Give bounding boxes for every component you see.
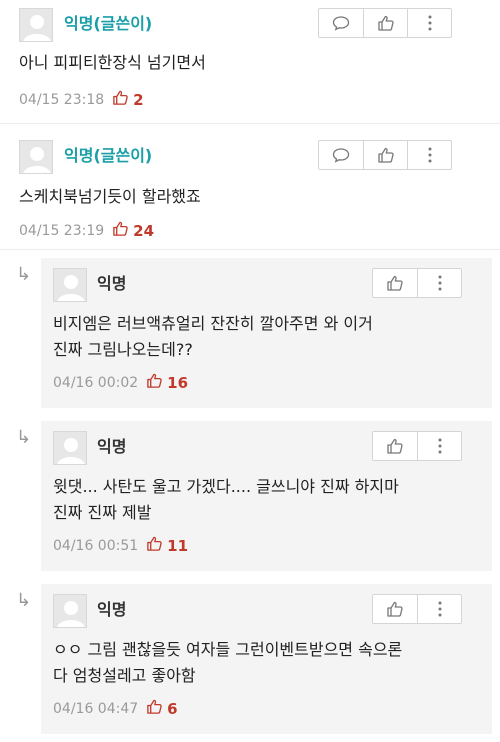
reply-time: 04/16 00:02 [53, 375, 139, 391]
comment-button[interactable] [319, 141, 363, 169]
more-button[interactable] [407, 141, 451, 169]
comment-time: 04/15 23:19 [19, 223, 105, 239]
more-button[interactable] [417, 432, 461, 460]
like-count-icon [146, 372, 163, 394]
like-button[interactable] [373, 269, 417, 297]
reply-text-line-2: 진짜 그림나오는데?? [53, 340, 193, 359]
reply-text-line-1: 비지엠은 러브액츄얼리 잔잔히 깔아주면 와 이거 [53, 314, 373, 333]
reply-time: 04/16 00:51 [53, 538, 139, 554]
avatar [19, 8, 53, 42]
reply-meta: 04/16 00:51 11 [53, 535, 188, 557]
like-count-icon [146, 698, 163, 720]
more-button[interactable] [417, 269, 461, 297]
reply-text-line-1: ㅇㅇ 그림 괜찮을듯 여자들 그런이벤트받으면 속으론 [53, 640, 403, 659]
reply-arrow-icon: ↳ [16, 590, 32, 611]
reply-action-group [372, 594, 462, 624]
reply-arrow-icon: ↳ [16, 264, 32, 285]
reply-author: 익명 [97, 600, 127, 619]
avatar [53, 268, 87, 302]
like-count: 11 [167, 537, 189, 555]
vertical-dots-icon [438, 275, 441, 291]
reply-1: ↳ 익명 비지엠은 러브액츄얼리 잔잔히 깔아주면 와 이거 진짜 그림나오는데… [0, 258, 500, 408]
comment-meta: 04/15 23:18 2 [19, 89, 144, 111]
thumbs-up-icon [387, 438, 403, 454]
vertical-dots-icon [438, 601, 441, 617]
comment-2: 익명(글쓴이) 스케치북넘기듯이 할라했죠 04/15 23:19 24 [0, 124, 500, 250]
like-button[interactable] [373, 432, 417, 460]
more-button[interactable] [407, 9, 451, 37]
comment-action-group [318, 140, 452, 170]
vertical-dots-icon [428, 15, 431, 31]
reply-text-line-2: 진짜 진짜 제발 [53, 503, 152, 522]
comment-1: 익명(글쓴이) 아니 피피티한장식 넘기면서 04/15 23:18 2 [0, 0, 500, 124]
comment-time: 04/15 23:18 [19, 92, 105, 108]
reply-3: ↳ 익명 ㅇㅇ 그림 괜찮을듯 여자들 그런이벤트받으면 속으론 다 엄청설레고… [0, 584, 500, 734]
like-button[interactable] [373, 595, 417, 623]
like-button[interactable] [363, 141, 407, 169]
reply-author: 익명 [97, 274, 127, 293]
comment-text: 아니 피피티한장식 넘기면서 [19, 53, 206, 72]
speech-bubble-icon [332, 148, 350, 163]
comment-button[interactable] [319, 9, 363, 37]
thumbs-up-icon [387, 601, 403, 617]
like-count: 6 [167, 700, 178, 718]
avatar [53, 594, 87, 628]
comment-text: 스케치북넘기듯이 할라했죠 [19, 187, 201, 206]
reply-time: 04/16 04:47 [53, 701, 139, 717]
reply-action-group [372, 268, 462, 298]
reply-arrow-icon: ↳ [16, 427, 32, 448]
reply-2: ↳ 익명 윗댓... 사탄도 울고 가겠다.... 글쓰니야 진짜 하지마 진짜… [0, 421, 500, 571]
reply-box: 익명 비지엠은 러브액츄얼리 잔잔히 깔아주면 와 이거 진짜 그림나오는데??… [41, 258, 492, 408]
comment-meta: 04/15 23:19 24 [19, 220, 154, 242]
thumbs-up-icon [377, 15, 394, 31]
like-count: 2 [133, 91, 144, 109]
avatar [53, 431, 87, 465]
like-count-icon [146, 535, 163, 557]
comment-action-group [318, 8, 452, 38]
like-count: 16 [167, 374, 189, 392]
comment-author: 익명(글쓴이) [64, 146, 153, 165]
like-count-icon [112, 89, 129, 111]
reply-author: 익명 [97, 437, 127, 456]
reply-meta: 04/16 00:02 16 [53, 372, 188, 394]
reply-meta: 04/16 04:47 6 [53, 698, 178, 720]
reply-action-group [372, 431, 462, 461]
avatar [19, 140, 53, 174]
vertical-dots-icon [428, 147, 431, 163]
vertical-dots-icon [438, 438, 441, 454]
reply-text-line-2: 다 엄청설레고 좋아함 [53, 666, 196, 685]
speech-bubble-icon [332, 16, 350, 31]
like-count-icon [112, 220, 129, 242]
more-button[interactable] [417, 595, 461, 623]
thumbs-up-icon [377, 147, 394, 163]
like-count: 24 [133, 222, 155, 240]
reply-box: 익명 ㅇㅇ 그림 괜찮을듯 여자들 그런이벤트받으면 속으론 다 엄청설레고 좋… [41, 584, 492, 734]
comment-author: 익명(글쓴이) [64, 14, 153, 33]
thumbs-up-icon [387, 275, 403, 291]
reply-text-line-1: 윗댓... 사탄도 울고 가겠다.... 글쓰니야 진짜 하지마 [53, 477, 399, 496]
reply-box: 익명 윗댓... 사탄도 울고 가겠다.... 글쓰니야 진짜 하지마 진짜 진… [41, 421, 492, 571]
like-button[interactable] [363, 9, 407, 37]
